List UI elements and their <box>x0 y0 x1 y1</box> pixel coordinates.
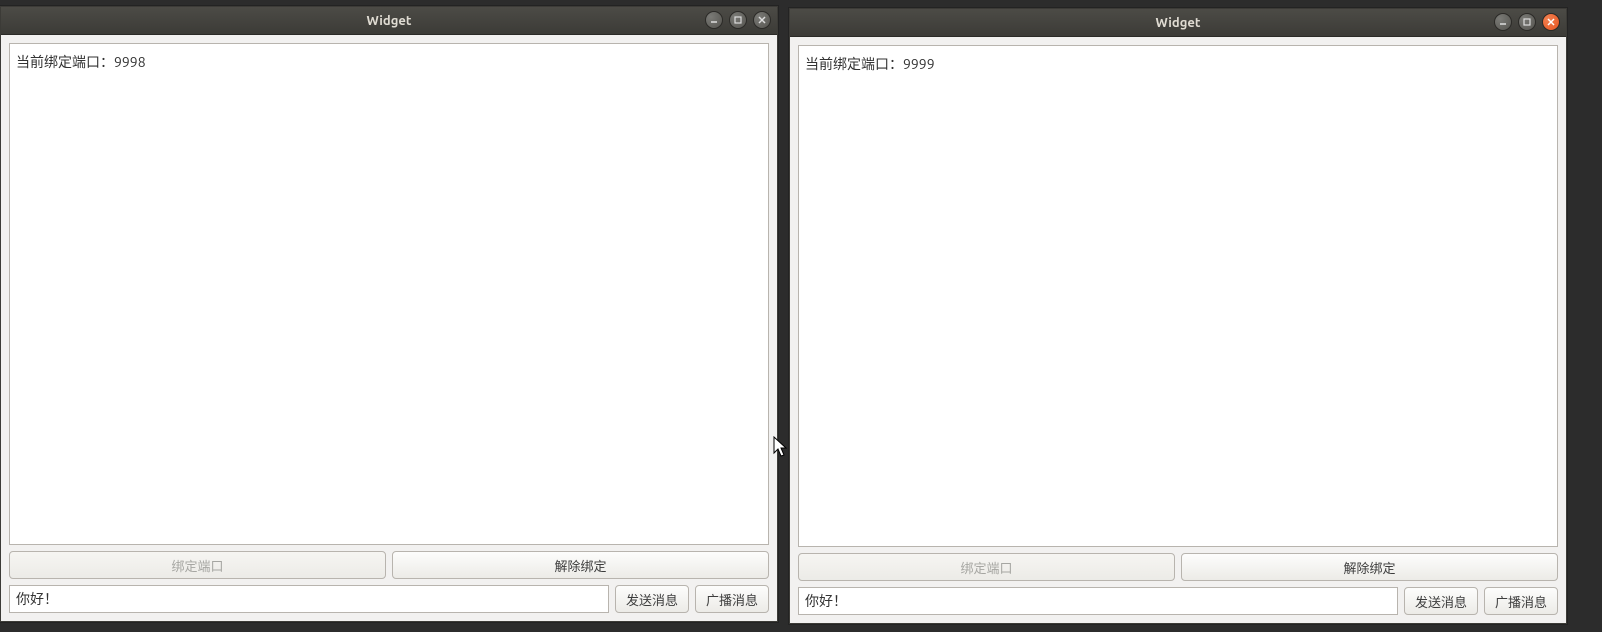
maximize-icon[interactable] <box>1518 13 1536 31</box>
bind-row: 绑定端口 解除绑定 <box>9 551 769 579</box>
log-textarea[interactable]: 当前绑定端口：9999 <box>798 45 1558 547</box>
bind-row: 绑定端口 解除绑定 <box>798 553 1558 581</box>
titlebar-left[interactable]: Widget <box>1 7 777 35</box>
window-controls-left <box>705 11 771 29</box>
body-panel-left: 当前绑定端口：9998 绑定端口 解除绑定 发送消息 广播消息 <box>1 35 777 621</box>
desktop: Widget 当前绑定端口：9998 绑定端口 解除绑定 <box>0 0 1602 632</box>
send-message-button[interactable]: 发送消息 <box>1404 587 1478 615</box>
bind-port-button: 绑定端口 <box>798 553 1175 581</box>
minimize-icon[interactable] <box>705 11 723 29</box>
send-message-button[interactable]: 发送消息 <box>615 585 689 613</box>
window-right: Widget 当前绑定端口：9999 绑定端口 解除绑定 <box>789 8 1567 624</box>
log-textarea[interactable]: 当前绑定端口：9998 <box>9 43 769 545</box>
port-status-line: 当前绑定端口：9998 <box>16 54 146 70</box>
port-status-line: 当前绑定端口：9999 <box>805 56 935 72</box>
unbind-port-button[interactable]: 解除绑定 <box>392 551 769 579</box>
unbind-port-button[interactable]: 解除绑定 <box>1181 553 1558 581</box>
body-panel-right: 当前绑定端口：9999 绑定端口 解除绑定 发送消息 广播消息 <box>790 37 1566 623</box>
window-left: Widget 当前绑定端口：9998 绑定端口 解除绑定 <box>0 6 778 622</box>
titlebar-right[interactable]: Widget <box>790 9 1566 37</box>
message-input[interactable] <box>9 585 609 613</box>
bind-port-button: 绑定端口 <box>9 551 386 579</box>
message-input[interactable] <box>798 587 1398 615</box>
window-controls-right <box>1494 13 1560 31</box>
window-title: Widget <box>1156 16 1201 30</box>
close-icon[interactable] <box>753 11 771 29</box>
close-icon[interactable] <box>1542 13 1560 31</box>
send-row: 发送消息 广播消息 <box>9 585 769 613</box>
maximize-icon[interactable] <box>729 11 747 29</box>
minimize-icon[interactable] <box>1494 13 1512 31</box>
window-title: Widget <box>367 14 412 28</box>
send-row: 发送消息 广播消息 <box>798 587 1558 615</box>
broadcast-message-button[interactable]: 广播消息 <box>695 585 769 613</box>
broadcast-message-button[interactable]: 广播消息 <box>1484 587 1558 615</box>
